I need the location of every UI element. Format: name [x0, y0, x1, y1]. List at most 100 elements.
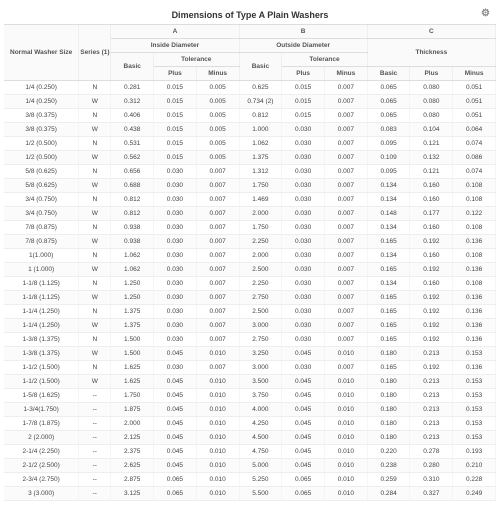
- title-text: Dimensions of Type A Plain Washers: [172, 10, 329, 20]
- cell-series: --: [79, 445, 111, 459]
- cell-c_minus: 0.153: [453, 403, 496, 417]
- cell-b_basic: 2.250: [239, 277, 282, 291]
- cell-c_minus: 0.051: [453, 109, 496, 123]
- cell-b_basic: 1.750: [239, 179, 282, 193]
- cell-a_plus: 0.030: [154, 249, 197, 263]
- header-size: Normal Washer Size: [4, 25, 79, 81]
- cell-c_minus: 0.051: [453, 81, 496, 95]
- cell-size: 1-1/8 (1.125): [4, 291, 79, 305]
- cell-c_plus: 0.080: [410, 95, 453, 109]
- cell-b_minus: 0.010: [325, 403, 368, 417]
- table-head: Normal Washer Size Series (1) A B C Insi…: [4, 25, 496, 81]
- table-row: 1-1/8 (1.125)N1.2500.0300.0072.2500.0300…: [4, 277, 496, 291]
- cell-a_basic: 2.625: [111, 459, 154, 473]
- cell-c_minus: 0.136: [453, 305, 496, 319]
- cell-size: 1-3/8 (1.375): [4, 333, 79, 347]
- header-c-plus: Plus: [410, 67, 453, 81]
- cell-c_plus: 0.080: [410, 109, 453, 123]
- cell-size: 1(1.000): [4, 249, 79, 263]
- cell-c_plus: 0.192: [410, 319, 453, 333]
- cell-c_plus: 0.213: [410, 431, 453, 445]
- table-row: 1-1/2 (1.500)W1.6250.0450.0103.5000.0450…: [4, 375, 496, 389]
- cell-series: W: [79, 347, 111, 361]
- cell-c_basic: 0.180: [367, 375, 410, 389]
- cell-b_plus: 0.030: [282, 277, 325, 291]
- cell-b_minus: 0.007: [325, 123, 368, 137]
- table-row: 1-7/8 (1.875)--2.0000.0450.0104.2500.045…: [4, 417, 496, 431]
- cell-a_minus: 0.005: [196, 137, 239, 151]
- cell-c_minus: 0.153: [453, 431, 496, 445]
- cell-b_minus: 0.007: [325, 249, 368, 263]
- cell-b_minus: 0.007: [325, 109, 368, 123]
- cell-series: --: [79, 459, 111, 473]
- table-row: 3/8 (0.375)W0.4380.0150.0051.0000.0300.0…: [4, 123, 496, 137]
- cell-a_basic: 1.625: [111, 375, 154, 389]
- cell-c_minus: 0.051: [453, 95, 496, 109]
- cell-b_plus: 0.045: [282, 445, 325, 459]
- cell-a_minus: 0.007: [196, 263, 239, 277]
- cell-size: 1-1/4 (1.250): [4, 319, 79, 333]
- cell-a_plus: 0.015: [154, 123, 197, 137]
- cell-b_plus: 0.015: [282, 109, 325, 123]
- cell-size: 3/8 (0.375): [4, 123, 79, 137]
- cell-b_basic: 5.000: [239, 459, 282, 473]
- cell-series: N: [79, 249, 111, 263]
- cell-a_basic: 0.312: [111, 95, 154, 109]
- cell-size: 7/8 (0.875): [4, 235, 79, 249]
- cell-series: --: [79, 473, 111, 487]
- table-row: 1-3/4(1.750)--1.8750.0450.0104.0000.0450…: [4, 403, 496, 417]
- cell-c_plus: 0.192: [410, 361, 453, 375]
- cell-a_basic: 1.062: [111, 263, 154, 277]
- table-row: 2-1/2 (2.500)--2.6250.0450.0105.0000.045…: [4, 459, 496, 473]
- cell-a_plus: 0.030: [154, 333, 197, 347]
- cell-c_minus: 0.074: [453, 137, 496, 151]
- cell-c_basic: 0.065: [367, 81, 410, 95]
- cell-b_plus: 0.030: [282, 207, 325, 221]
- cell-series: N: [79, 165, 111, 179]
- header-thickness: Thickness: [367, 39, 495, 67]
- cell-c_basic: 0.165: [367, 361, 410, 375]
- cell-b_minus: 0.007: [325, 291, 368, 305]
- cell-c_basic: 0.220: [367, 445, 410, 459]
- cell-a_minus: 0.007: [196, 221, 239, 235]
- cell-b_plus: 0.030: [282, 165, 325, 179]
- dimensions-table: Normal Washer Size Series (1) A B C Insi…: [4, 25, 496, 501]
- cell-c_plus: 0.177: [410, 207, 453, 221]
- cell-b_minus: 0.007: [325, 263, 368, 277]
- cell-c_plus: 0.160: [410, 249, 453, 263]
- cell-series: W: [79, 263, 111, 277]
- cell-a_basic: 0.531: [111, 137, 154, 151]
- cell-a_minus: 0.010: [196, 473, 239, 487]
- header-b-minus: Minus: [325, 67, 368, 81]
- cell-series: --: [79, 431, 111, 445]
- table-row: 3/4 (0.750)N0.8120.0300.0071.4690.0300.0…: [4, 193, 496, 207]
- cell-a_plus: 0.015: [154, 151, 197, 165]
- cell-a_basic: 0.938: [111, 235, 154, 249]
- cell-b_basic: 1.469: [239, 193, 282, 207]
- cell-b_plus: 0.065: [282, 473, 325, 487]
- cell-b_plus: 0.045: [282, 403, 325, 417]
- cell-series: N: [79, 137, 111, 151]
- cell-a_minus: 0.007: [196, 361, 239, 375]
- cell-a_plus: 0.045: [154, 417, 197, 431]
- cell-size: 1-5/8 (1.625): [4, 389, 79, 403]
- cell-size: 1/2 (0.500): [4, 151, 79, 165]
- cell-b_plus: 0.030: [282, 123, 325, 137]
- cell-c_plus: 0.132: [410, 151, 453, 165]
- cell-c_plus: 0.080: [410, 81, 453, 95]
- cell-a_plus: 0.030: [154, 319, 197, 333]
- cell-a_basic: 0.562: [111, 151, 154, 165]
- cell-size: 3/4 (0.750): [4, 207, 79, 221]
- gear-icon[interactable]: ⚙: [481, 8, 490, 19]
- cell-a_minus: 0.010: [196, 431, 239, 445]
- header-outside-diameter: Outside Diameter: [239, 39, 367, 53]
- table-row: 1/4 (0.250)N0.2810.0150.0050.6250.0150.0…: [4, 81, 496, 95]
- table-row: 3 (3.000)--3.1250.0650.0105.5000.0650.01…: [4, 487, 496, 501]
- table-row: 1 (1.000)W1.0620.0300.0072.5000.0300.007…: [4, 263, 496, 277]
- cell-a_minus: 0.005: [196, 151, 239, 165]
- cell-c_basic: 0.083: [367, 123, 410, 137]
- cell-b_plus: 0.030: [282, 333, 325, 347]
- cell-b_plus: 0.030: [282, 249, 325, 263]
- cell-a_basic: 1.500: [111, 333, 154, 347]
- cell-series: W: [79, 319, 111, 333]
